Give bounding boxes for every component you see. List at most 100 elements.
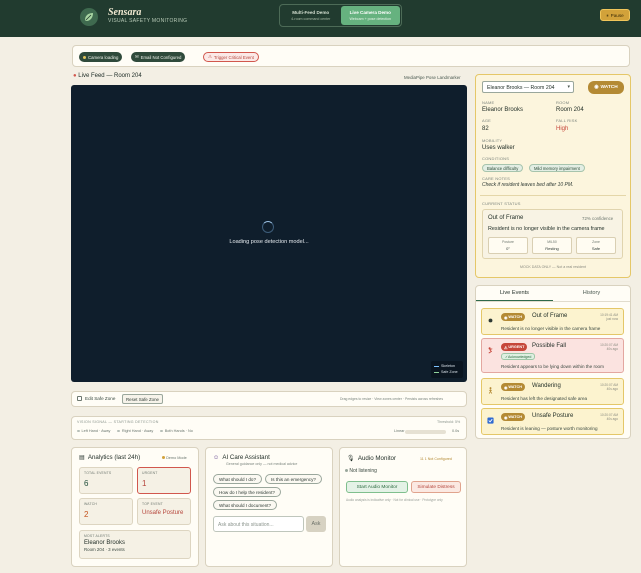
stat-value: 6 — [84, 479, 89, 488]
metric-value: 0° — [506, 246, 510, 251]
risk-label: FALL RISK — [556, 118, 578, 123]
mock-data-note: MOCK DATA ONLY — Not a real resident — [519, 265, 587, 269]
room-label: ROOM — [556, 100, 570, 105]
pause-button[interactable]: ⏸ Pause — [600, 9, 630, 21]
stat-value: 1 — [142, 479, 147, 488]
event-title: Wandering — [532, 383, 561, 389]
signal-item: Right Hand · Away — [117, 429, 153, 433]
reset-safe-zone-button[interactable]: Reset Safe Zone — [122, 394, 163, 404]
metric-value: Resting — [545, 246, 559, 251]
simulate-distress-button[interactable]: Simulate Distress — [411, 481, 461, 493]
mode-multi-feed[interactable]: Multi-Feed Demo 4-room command center — [281, 6, 341, 25]
signal-value: 0.0s — [452, 429, 460, 433]
email-status-label: Email Not Configured — [140, 54, 182, 60]
walking-icon — [487, 387, 494, 394]
audio-config-badge: 11 1 Not Configured — [420, 457, 452, 461]
name-label: NAME — [482, 100, 495, 105]
event-description: Resident is no longer visible in the cam… — [501, 326, 601, 331]
current-status-label: CURRENT STATUS — [482, 201, 521, 206]
tab-history[interactable]: History — [553, 285, 630, 301]
audio-card — [339, 447, 467, 567]
mode-switcher: Multi-Feed Demo 4-room command center Li… — [279, 4, 402, 27]
prompt-button[interactable]: How do I help the resident? — [213, 487, 281, 497]
status-title: Out of Frame — [488, 215, 524, 221]
prompt-button[interactable]: Is this an emergency? — [265, 474, 322, 484]
metric-label: MIL50 — [547, 240, 557, 244]
demo-mode-label: Demo Mode — [166, 456, 187, 460]
status-dot-icon — [83, 55, 86, 59]
mode-sub: 4-room command center — [291, 17, 331, 21]
app-subtitle: VISUAL SAFETY MONITORING — [108, 18, 188, 24]
event-item[interactable]: ◉ WATCH Unsafe Posture 10:20:07 AM 40s ag… — [481, 408, 624, 435]
loading-text: Loading pose detection model... — [229, 239, 309, 245]
warning-icon: ⚠ — [208, 54, 212, 59]
start-audio-button[interactable]: Start Audio Monitor — [346, 481, 408, 493]
assistant-subtitle: General guidance only — not medical advi… — [226, 462, 298, 466]
watch-badge: ◉ WATCH — [588, 81, 624, 94]
stat-label: MOST ALERTS — [84, 534, 110, 538]
prompt-button[interactable]: What should I do? — [213, 474, 263, 484]
logo-icon — [80, 8, 98, 26]
stat-watch: WATCH 2 — [79, 498, 133, 525]
event-item[interactable]: ◉ WATCH Wandering 10:20:07 AM 40s ago Res… — [481, 378, 624, 405]
status-confidence: 72% confidence — [582, 216, 614, 221]
event-description: Resident appears to be lying down within… — [501, 364, 604, 369]
stat-label: TOTAL EVENTS — [84, 471, 112, 475]
signal-progress-bar — [405, 430, 446, 434]
event-time: 10:20:07 AM 40s ago — [600, 343, 618, 352]
event-item[interactable]: ⚠ URGENT Possible Fall 10:20:07 AM 40s ag… — [481, 338, 624, 373]
trigger-critical-button[interactable]: ⚠ Trigger Critical Event — [203, 52, 259, 62]
metric-mil50: MIL50 Resting — [532, 237, 572, 254]
robot-icon: ☺ — [213, 454, 220, 461]
assistant-input[interactable]: Ask about this situation... — [213, 516, 304, 532]
status-description: Resident is no longer visible in the cam… — [488, 226, 605, 232]
analytics-title-text: Analytics (last 24h) — [87, 454, 141, 461]
model-label: MediaPipe Pose Landmarker — [404, 75, 461, 80]
mode-live-camera[interactable]: Live Camera Demo Webcam + pose detection — [340, 6, 400, 25]
metric-label: Zone — [592, 240, 600, 244]
signal-items: Left Hand · Away Right Hand · Away Both … — [77, 429, 193, 433]
age-label: AGE — [482, 118, 492, 123]
metric-zone: Zone Safe — [576, 237, 616, 254]
mode-label: Multi-Feed Demo — [292, 10, 330, 15]
care-notes: Check if resident leaves bed after 10 PM… — [482, 182, 574, 188]
event-item[interactable]: ◉ WATCH Out of Frame 10:19:41 AM just now… — [481, 308, 624, 335]
stat-label: WATCH — [84, 502, 98, 506]
demo-mode-badge: Demo Mode — [162, 456, 187, 460]
stat-top-event: TOP EVENT Unsafe Posture — [137, 498, 191, 525]
tab-live-events[interactable]: Live Events — [476, 285, 553, 301]
resident-mobility: Uses walker — [482, 145, 515, 151]
live-feed-title: ● Live Feed — Room 204 — [73, 73, 142, 79]
assistant-title-text: AI Care Assistant — [222, 454, 270, 461]
metric-label: Posture — [502, 240, 514, 244]
stat-most-alerts: MOST ALERTS Eleanor Brooks Room 204 · 3 … — [79, 530, 191, 559]
prompt-button[interactable]: What should I document? — [213, 500, 278, 510]
event-title: Unsafe Posture — [532, 413, 574, 419]
resident-select[interactable]: Eleanor Brooks — Room 204 — [482, 81, 574, 93]
event-title: Out of Frame — [532, 313, 568, 319]
signal-item: Both Hands · No — [160, 429, 193, 433]
microphone-icon: 🎙 — [347, 455, 355, 462]
video-feed[interactable] — [71, 85, 467, 382]
audio-note: Audio analysis is indicative only · Not … — [346, 498, 443, 502]
edit-safe-zone-checkbox[interactable] — [77, 396, 82, 401]
mobility-label: MOBILITY — [482, 138, 503, 143]
stat-label: TOP EVENT — [142, 502, 163, 506]
ask-button[interactable]: Ask — [306, 516, 326, 532]
edit-safe-zone-label: Edit Safe Zone — [85, 396, 116, 401]
mail-icon: ✉ — [135, 54, 139, 59]
event-badge: ⚠ URGENT — [501, 343, 528, 351]
assistant-title: ☺ AI Care Assistant — [213, 454, 270, 461]
condition-tag: Balance difficulty — [482, 164, 524, 172]
analytics-title: ▤ Analytics (last 24h) — [79, 454, 140, 461]
divider — [480, 195, 626, 196]
pause-label: Pause — [610, 12, 624, 18]
camera-status-label: Camera loading — [88, 54, 119, 60]
eye-icon: ◉ — [594, 85, 599, 90]
watch-label: WATCH — [600, 85, 618, 90]
recording-dot-icon: ● — [73, 73, 77, 79]
signal-threshold: Threshold: 5% — [437, 420, 461, 424]
stat-label: URGENT — [142, 471, 158, 475]
resident-name: Eleanor Brooks — [482, 107, 524, 113]
most-alerts-name: Eleanor Brooks — [84, 540, 126, 546]
